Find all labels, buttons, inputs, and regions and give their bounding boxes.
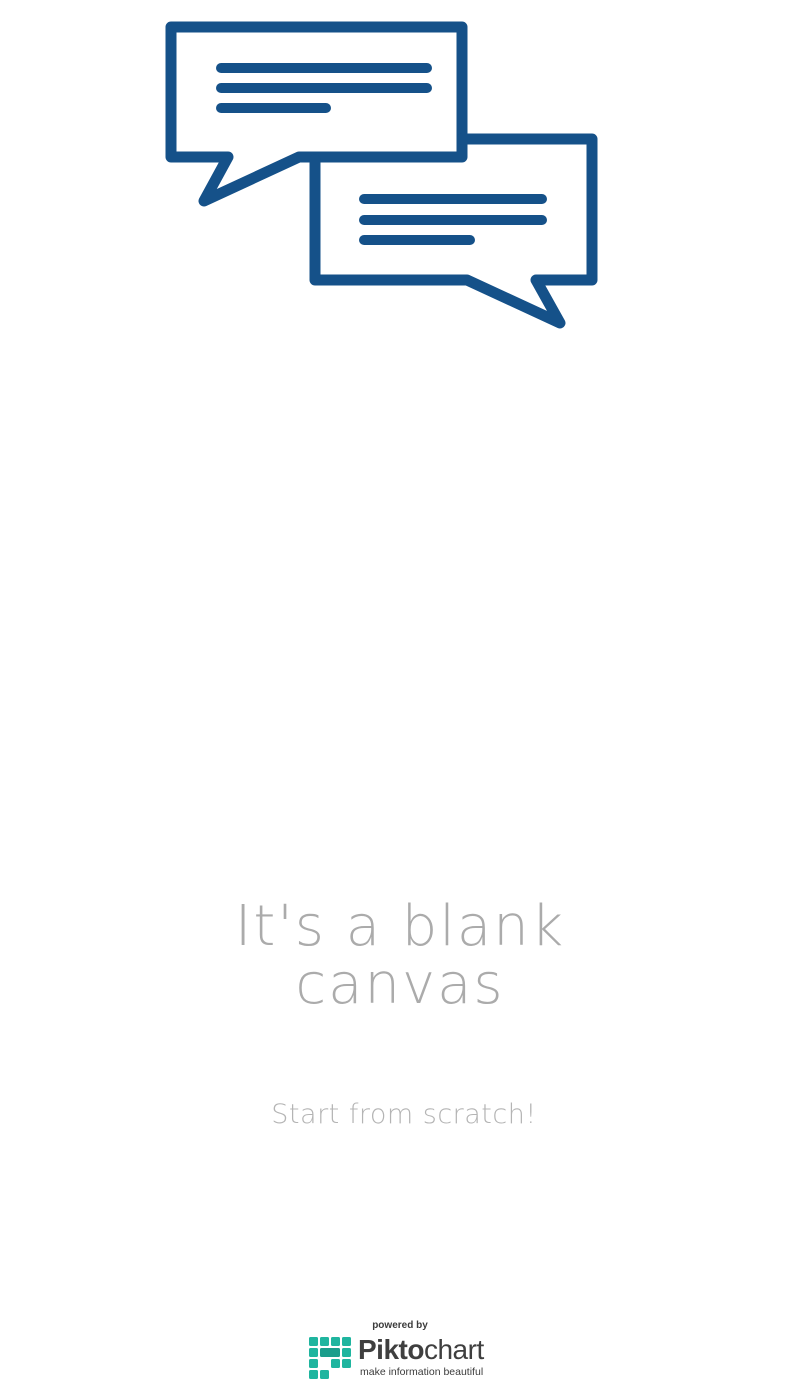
piktochart-logo-icon (309, 1337, 351, 1379)
piktochart-wordmark: Piktochart (358, 1333, 484, 1367)
right-speech-bubble (309, 133, 598, 329)
brand-tagline: make information beautiful (360, 1366, 484, 1378)
headline-line-1: It's a blank (234, 894, 566, 959)
powered-by-label: powered by (372, 1320, 428, 1331)
headline-line-2: canvas (295, 952, 505, 1017)
chat-bubbles-icon (165, 21, 598, 329)
wordmark-bold: Pikto (358, 1334, 424, 1365)
wordmark-light: chart (423, 1334, 484, 1365)
powered-by-piktochart-badge[interactable]: powered by Piktochart make information b… (308, 1318, 498, 1384)
infographic-canvas: It's a blank canvas Start from scratch! … (0, 0, 800, 1391)
subheadline: Start from scratch! (271, 1099, 537, 1130)
headline: It's a blank canvas (0, 898, 800, 1014)
